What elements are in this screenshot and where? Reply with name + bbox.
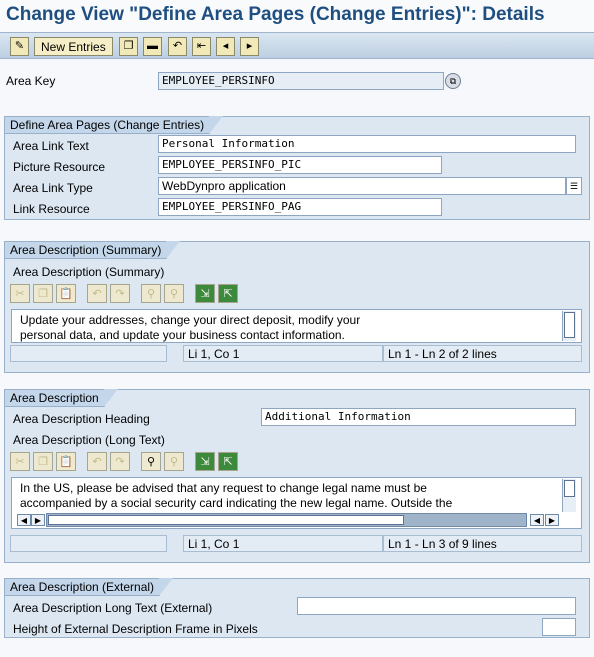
link-resource-label: Link Resource xyxy=(13,202,90,216)
previous-entry-icon[interactable]: ◂ xyxy=(216,37,235,56)
find-icon[interactable]: ⚲ xyxy=(141,452,161,471)
paste-icon[interactable]: 📋 xyxy=(56,284,76,303)
long-text-vscroll-thumb[interactable] xyxy=(564,480,575,497)
redo-text-icon[interactable]: ↷ xyxy=(110,284,130,303)
scroll-right-icon[interactable]: ▶ xyxy=(31,514,45,526)
import-icon[interactable]: ⇲ xyxy=(195,284,215,303)
possible-entries-icon[interactable]: ⧉ xyxy=(445,73,461,89)
long-text-hscroll-thumb[interactable] xyxy=(48,515,404,525)
summary-status-position: Li 1, Co 1 xyxy=(183,345,383,362)
define-area-pages-title: Define Area Pages (Change Entries) xyxy=(5,116,224,134)
long-text-label: Area Description (Long Text) xyxy=(13,433,165,447)
undo-text-icon[interactable]: ↶ xyxy=(87,284,107,303)
summary-scroll-thumb[interactable] xyxy=(564,312,575,338)
redo-text-icon[interactable]: ↷ xyxy=(110,452,130,471)
export-icon[interactable]: ⇱ xyxy=(218,452,238,471)
summary-sub-label: Area Description (Summary) xyxy=(13,265,165,279)
next-entry-icon[interactable]: ▸ xyxy=(240,37,259,56)
summary-vertical-scrollbar[interactable] xyxy=(562,311,576,341)
import-icon[interactable]: ⇲ xyxy=(195,452,215,471)
find-icon[interactable]: ⚲ xyxy=(141,284,161,303)
heading-label: Area Description Heading xyxy=(13,412,150,426)
long-text-line-2: accompanied by a social security card in… xyxy=(20,496,453,510)
heading-field[interactable]: Additional Information xyxy=(261,408,576,426)
cut-icon[interactable]: ✂ xyxy=(10,452,30,471)
area-key-field[interactable]: EMPLOYEE_PERSINFO xyxy=(158,72,444,90)
link-resource-field[interactable]: EMPLOYEE_PERSINFO_PAG xyxy=(158,198,442,216)
edit-icon[interactable]: ✎ xyxy=(10,37,29,56)
area-description-title: Area Description xyxy=(5,389,118,407)
external-long-text-field[interactable] xyxy=(297,597,576,615)
area-link-type-label: Area Link Type xyxy=(13,181,93,195)
external-group-title: Area Description (External) xyxy=(5,578,174,596)
find-next-icon[interactable]: ⚲ xyxy=(164,452,184,471)
copy-icon[interactable]: ❐ xyxy=(119,37,138,56)
window-title: Change View "Define Area Pages (Change E… xyxy=(0,0,594,32)
long-text-status-position: Li 1, Co 1 xyxy=(183,535,383,552)
frame-height-field[interactable] xyxy=(542,618,576,636)
picture-resource-field[interactable]: EMPLOYEE_PERSINFO_PIC xyxy=(158,156,442,174)
undo-icon[interactable]: ↶ xyxy=(168,37,187,56)
summary-text-line-2: personal data, and update your business … xyxy=(20,328,345,342)
copy-text-icon[interactable]: ❐ xyxy=(33,452,53,471)
picture-resource-label: Picture Resource xyxy=(13,160,106,174)
dropdown-list-icon[interactable]: ☰ xyxy=(566,177,582,195)
copy-text-icon[interactable]: ❐ xyxy=(33,284,53,303)
new-entries-button[interactable]: New Entries xyxy=(34,37,113,56)
summary-text-area[interactable]: Update your addresses, change your direc… xyxy=(11,309,582,343)
cut-icon[interactable]: ✂ xyxy=(10,284,30,303)
find-next-icon[interactable]: ⚲ xyxy=(164,284,184,303)
scroll-left-icon[interactable]: ◀ xyxy=(530,514,544,526)
paste-icon[interactable]: 📋 xyxy=(56,452,76,471)
summary-status-lines: Ln 1 - Ln 2 of 2 lines xyxy=(383,345,582,362)
long-text-vertical-scrollbar[interactable] xyxy=(562,479,576,512)
export-icon[interactable]: ⇱ xyxy=(218,284,238,303)
long-text-horizontal-scrollbar[interactable] xyxy=(46,513,527,527)
area-link-text-label: Area Link Text xyxy=(13,139,89,153)
long-text-line-1: In the US, please be advised that any re… xyxy=(20,481,427,495)
first-entry-icon[interactable]: ⇤ xyxy=(192,37,211,56)
application-toolbar: ✎ New Entries ❐ ▬ ↶ ⇤ ◂ ▸ xyxy=(0,32,594,59)
undo-text-icon[interactable]: ↶ xyxy=(87,452,107,471)
frame-height-label: Height of External Description Frame in … xyxy=(13,622,258,636)
delete-icon[interactable]: ▬ xyxy=(143,37,162,56)
long-text-status-cell xyxy=(10,535,167,552)
area-link-text-field[interactable]: Personal Information xyxy=(158,135,576,153)
scroll-left-icon[interactable]: ◀ xyxy=(17,514,31,526)
summary-status-cell xyxy=(10,345,167,362)
area-key-label: Area Key xyxy=(6,74,56,88)
summary-text-line-1: Update your addresses, change your direc… xyxy=(20,313,361,327)
scroll-right-icon[interactable]: ▶ xyxy=(545,514,559,526)
long-text-status-lines: Ln 1 - Ln 3 of 9 lines xyxy=(383,535,582,552)
summary-group-title: Area Description (Summary) xyxy=(5,241,181,259)
area-link-type-dropdown[interactable]: WebDynpro application xyxy=(158,177,566,195)
external-long-text-label: Area Description Long Text (External) xyxy=(13,601,213,615)
